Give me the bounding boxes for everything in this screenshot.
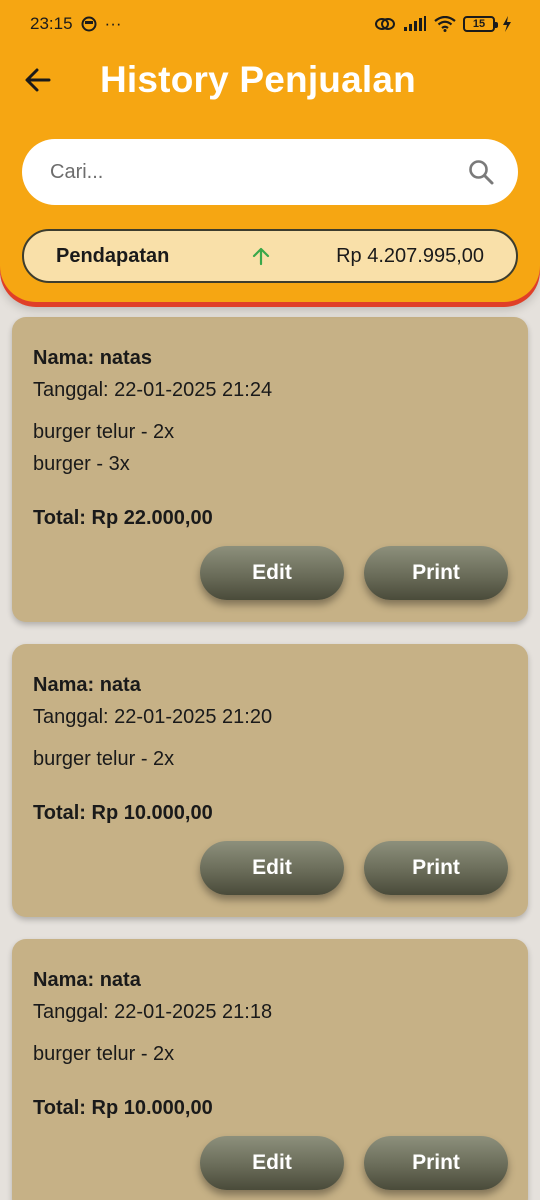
link-icon	[374, 17, 396, 31]
list-item: burger telur - 2x	[33, 748, 175, 770]
app-bar: History Penjualan	[0, 52, 540, 108]
edit-button[interactable]: Edit	[200, 546, 344, 600]
arrow-up-icon	[251, 246, 271, 266]
arrow-left-icon	[25, 68, 51, 92]
transaction-card: Nama: nata Tanggal: 22-01-2025 21:18 bur…	[12, 939, 528, 1200]
list-item: burger - 3x	[33, 453, 130, 475]
transaction-date: Tanggal: 22-01-2025 21:24	[33, 379, 273, 401]
status-bar: 23:15 ··· 15	[0, 0, 540, 48]
search-bar[interactable]	[22, 139, 518, 205]
transaction-card: Nama: natas Tanggal: 22-01-2025 21:24 bu…	[12, 317, 528, 622]
card-actions: Edit Print	[33, 546, 508, 600]
search-icon[interactable]	[466, 157, 496, 187]
signal-icon	[403, 16, 427, 32]
transaction-total: Total: Rp 10.000,00	[33, 1097, 213, 1119]
transaction-date: Tanggal: 22-01-2025 21:18	[33, 1001, 273, 1023]
list-item: burger telur - 2x	[33, 1043, 175, 1065]
item-list: burger telur - 2x	[33, 743, 508, 775]
print-button[interactable]: Print	[364, 1136, 508, 1190]
item-list: burger telur - 2x	[33, 1038, 508, 1070]
back-button[interactable]	[14, 56, 62, 104]
page-title: History Penjualan	[100, 59, 416, 100]
transaction-total: Total: Rp 10.000,00	[33, 802, 213, 824]
income-value: Rp 4.207.995,00	[336, 244, 484, 267]
edit-button[interactable]: Edit	[200, 1136, 344, 1190]
charging-icon	[502, 16, 512, 32]
customer-name: Nama: nata	[33, 674, 141, 696]
edit-button[interactable]: Edit	[200, 841, 344, 895]
header: 23:15 ··· 15 History Penjualan Cari... P…	[0, 0, 540, 302]
customer-name: Nama: natas	[33, 347, 152, 369]
transaction-date: Tanggal: 22-01-2025 21:20	[33, 706, 273, 728]
transaction-total: Total: Rp 22.000,00	[33, 507, 213, 529]
screen: 23:15 ··· 15 History Penjualan Cari... P…	[0, 0, 540, 1200]
transaction-card: Nama: nata Tanggal: 22-01-2025 21:20 bur…	[12, 644, 528, 917]
card-actions: Edit Print	[33, 841, 508, 895]
income-summary: Pendapatan Rp 4.207.995,00	[22, 229, 518, 283]
transaction-list: Nama: natas Tanggal: 22-01-2025 21:24 bu…	[12, 317, 528, 1200]
print-button[interactable]: Print	[364, 841, 508, 895]
wifi-icon	[434, 16, 456, 32]
status-more: ···	[104, 14, 122, 33]
card-actions: Edit Print	[33, 1136, 508, 1190]
search-input[interactable]	[50, 160, 466, 184]
customer-name: Nama: nata	[33, 969, 141, 991]
print-button[interactable]: Print	[364, 546, 508, 600]
list-item: burger telur - 2x	[33, 421, 175, 443]
income-label: Pendapatan	[56, 244, 170, 267]
battery-icon: 15	[463, 16, 498, 32]
status-time: 23:15	[30, 14, 73, 33]
notification-face-icon	[81, 16, 97, 32]
item-list: burger telur - 2x burger - 3x	[33, 416, 508, 480]
